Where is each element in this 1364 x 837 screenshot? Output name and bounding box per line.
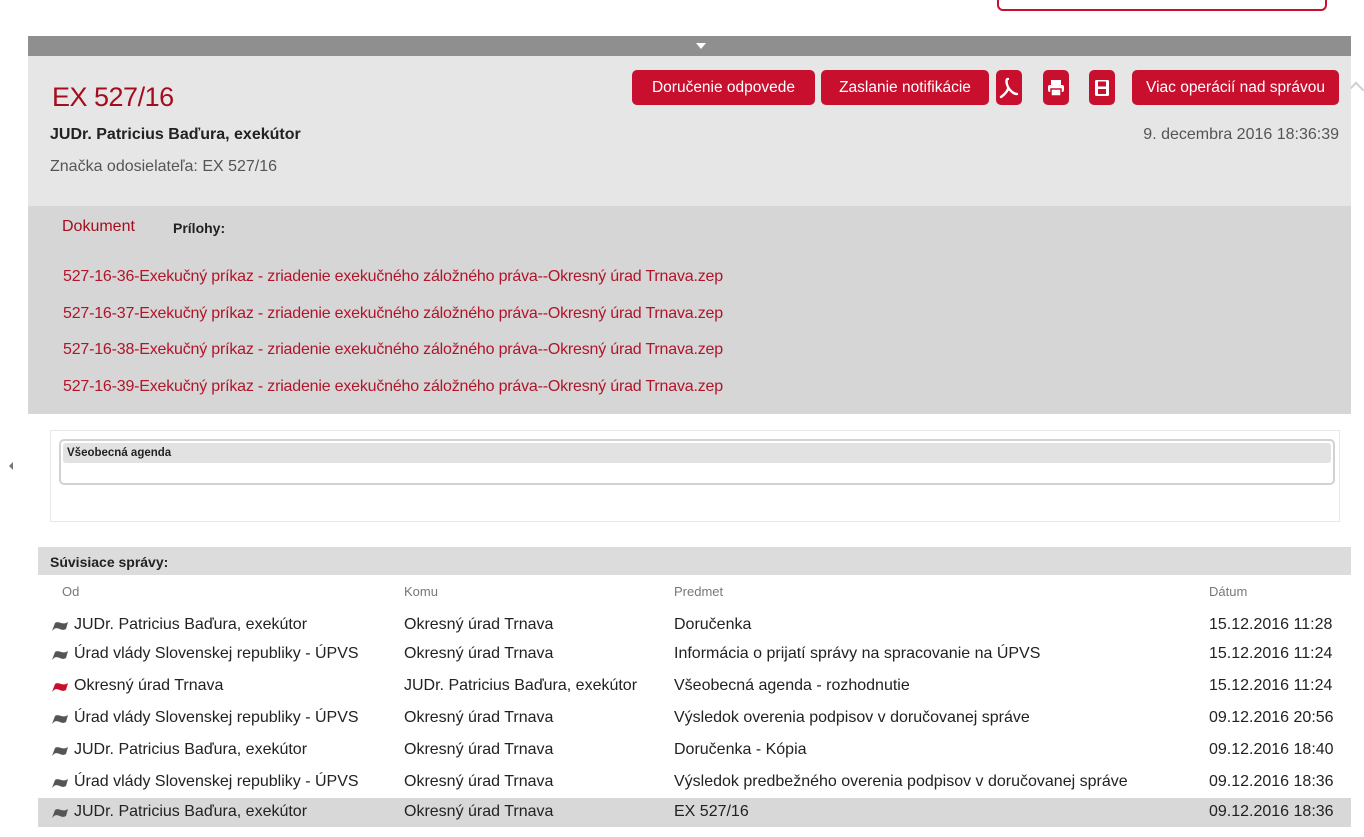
- row-to: Okresný úrad Trnava: [404, 773, 554, 790]
- related-messages-title: Súvisiace správy:: [38, 547, 1351, 575]
- message-title: EX 527/16: [52, 82, 174, 112]
- collapse-bar[interactable]: [28, 36, 1351, 56]
- deliver-reply-button[interactable]: Doručenie odpovede: [632, 70, 815, 105]
- row-from: Úrad vlády Slovenskej republiky - ÚPVS: [74, 709, 359, 726]
- table-row[interactable]: JUDr. Patricius Baďura, exekútor Okresný…: [38, 611, 1351, 640]
- side-panel-toggle-icon[interactable]: [9, 462, 13, 470]
- row-from: Úrad vlády Slovenskej republiky - ÚPVS: [74, 645, 359, 662]
- row-from: Okresný úrad Trnava: [74, 677, 224, 694]
- row-date: 15.12.2016 11:28: [1209, 616, 1333, 633]
- row-from: JUDr. Patricius Baďura, exekútor: [74, 616, 308, 633]
- attachment-link[interactable]: 527-16-37-Exekučný príkaz - zriadenie ex…: [63, 305, 723, 323]
- message-header: EX 527/16 JUDr. Patricius Baďura, exekút…: [28, 56, 1351, 206]
- table-row[interactable]: Okresný úrad Trnava JUDr. Patricius Baďu…: [38, 672, 1351, 701]
- row-subject: EX 527/16: [674, 803, 749, 820]
- flag-icon: [52, 651, 68, 660]
- sender-reference: Značka odosielateľa: EX 527/16: [50, 158, 278, 175]
- row-from: Úrad vlády Slovenskej republiky - ÚPVS: [74, 773, 359, 790]
- row-date: 15.12.2016 11:24: [1209, 677, 1333, 694]
- flag-icon: [52, 809, 68, 818]
- row-to: Okresný úrad Trnava: [404, 741, 554, 758]
- table-row[interactable]: Úrad vlády Slovenskej republiky - ÚPVS O…: [38, 768, 1351, 797]
- tab-document[interactable]: Dokument: [62, 218, 135, 236]
- flag-icon: [52, 622, 68, 631]
- more-operations-button[interactable]: Viac operácií nad správou: [1132, 70, 1339, 105]
- table-row[interactable]: JUDr. Patricius Baďura, exekútor Okresný…: [38, 736, 1351, 765]
- column-header-to[interactable]: Komu: [404, 584, 438, 599]
- row-date: 09.12.2016 18:36: [1209, 803, 1334, 820]
- attachment-link[interactable]: 527-16-39-Exekučný príkaz - zriadenie ex…: [63, 378, 723, 396]
- row-to: Okresný úrad Trnava: [404, 645, 554, 662]
- row-subject: Informácia o prijatí správy na spracovan…: [674, 645, 1041, 662]
- message-date: 9. decembra 2016 18:36:39: [1143, 126, 1339, 143]
- attachments-label: Prílohy:: [173, 220, 226, 236]
- column-header-date[interactable]: Dátum: [1209, 584, 1247, 599]
- table-row[interactable]: Úrad vlády Slovenskej republiky - ÚPVS O…: [38, 640, 1351, 669]
- row-to: Okresný úrad Trnava: [404, 803, 554, 820]
- top-tab-outline: [997, 0, 1327, 11]
- print-icon[interactable]: [1043, 70, 1069, 105]
- flag-icon: [52, 747, 68, 756]
- row-subject: Výsledok predbežného overenia podpisov v…: [674, 773, 1128, 790]
- attachments-panel: Dokument Prílohy: 527-16-36-Exekučný prí…: [28, 206, 1351, 414]
- attachment-link[interactable]: 527-16-36-Exekučný príkaz - zriadenie ex…: [63, 268, 723, 286]
- table-row-selected[interactable]: JUDr. Patricius Baďura, exekútor Okresný…: [38, 798, 1351, 827]
- row-subject: Všeobecná agenda - rozhodnutie: [674, 677, 910, 694]
- agenda-title: Všeobecná agenda: [63, 443, 1331, 463]
- flag-icon: [52, 715, 68, 724]
- row-date: 09.12.2016 20:56: [1209, 709, 1334, 726]
- row-subject: Doručenka - Kópia: [674, 741, 807, 758]
- table-row[interactable]: Úrad vlády Slovenskej republiky - ÚPVS O…: [38, 704, 1351, 733]
- row-subject: Doručenka: [674, 616, 752, 633]
- row-from: JUDr. Patricius Baďura, exekútor: [74, 741, 308, 758]
- message-sender: JUDr. Patricius Baďura, exekútor: [50, 126, 301, 143]
- row-date: 15.12.2016 11:24: [1209, 645, 1333, 662]
- row-to: Okresný úrad Trnava: [404, 616, 554, 633]
- agenda-panel: Všeobecná agenda: [50, 430, 1340, 522]
- row-to: Okresný úrad Trnava: [404, 709, 554, 726]
- save-icon[interactable]: [1089, 70, 1115, 105]
- row-from: JUDr. Patricius Baďura, exekútor: [74, 803, 308, 820]
- attachment-link[interactable]: 527-16-38-Exekučný príkaz - zriadenie ex…: [63, 341, 723, 359]
- flag-icon: [52, 683, 68, 692]
- send-notification-button[interactable]: Zaslanie notifikácie: [821, 70, 989, 105]
- row-date: 09.12.2016 18:40: [1209, 741, 1334, 758]
- agenda-box: Všeobecná agenda: [59, 439, 1335, 485]
- pdf-icon[interactable]: [996, 70, 1022, 105]
- flag-icon: [52, 779, 68, 788]
- row-to: JUDr. Patricius Baďura, exekútor: [404, 677, 638, 694]
- row-subject: Výsledok overenia podpisov v doručovanej…: [674, 709, 1030, 726]
- collapse-arrow-icon[interactable]: [696, 43, 706, 49]
- row-date: 09.12.2016 18:36: [1209, 773, 1334, 790]
- column-header-from[interactable]: Od: [62, 584, 79, 599]
- column-header-subject[interactable]: Predmet: [674, 584, 723, 599]
